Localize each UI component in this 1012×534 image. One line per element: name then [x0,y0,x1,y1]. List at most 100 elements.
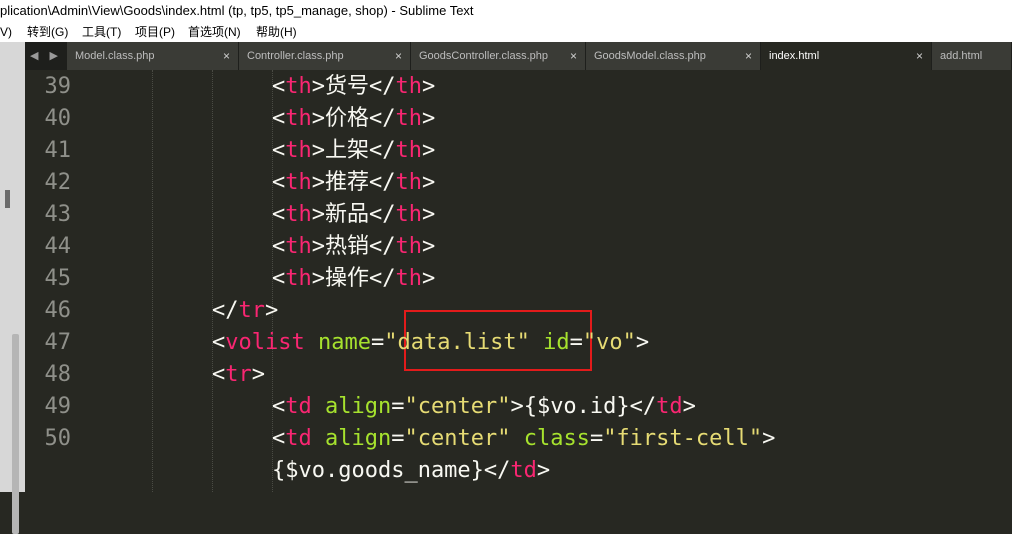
code-token: th [395,74,423,99]
code-token: > [422,74,436,99]
code-token: td [510,458,537,483]
menu-item-project[interactable]: 项目(P) [135,22,175,42]
code-token: th [285,138,312,163]
code-token: td [656,394,683,419]
code-line[interactable]: 42 <th>推荐</th> [25,167,1012,199]
code-token: > [422,138,436,163]
code-token: td [285,426,312,451]
code-line[interactable]: 45 <th>操作</th> [25,263,1012,295]
code-token: th [285,106,312,131]
code-token: = [589,426,604,451]
code-token: "vo" [582,330,636,355]
code-line[interactable]: {$vo.goods_name}</td> [25,455,1012,487]
line-number: 42 [44,170,72,195]
code-token: >热销</ [311,234,396,259]
line-number: 43 [44,202,72,227]
code-line[interactable]: 43 <th>新品</th> [25,199,1012,231]
line-number: 50 [44,426,72,451]
line-number: 44 [44,234,72,259]
close-icon[interactable]: × [570,42,577,70]
menu-item-preferences[interactable]: 首选项(N) [188,22,241,42]
code-token: th [395,202,423,227]
menu-item-goto[interactable]: 转到(G) [27,22,68,42]
code-token: > [265,298,279,323]
code-text: <th>推荐</th> [272,167,435,199]
tab-label: add.html [940,50,983,62]
tab-controller-class[interactable]: Controller.class.php × [239,42,411,70]
code-line[interactable]: 41 <th>上架</th> [25,135,1012,167]
code-token: < [272,266,286,291]
code-token: > [422,234,436,259]
code-token: th [285,234,312,259]
code-token: class [523,426,590,451]
code-token: = [391,426,405,451]
code-token: >新品</ [311,202,396,227]
code-token: th [395,138,423,163]
code-token: th [395,106,423,131]
code-text: <th>操作</th> [272,263,435,295]
close-icon[interactable]: × [916,42,923,70]
close-icon[interactable]: × [223,42,230,70]
tab-nav-arrows[interactable]: ◀ ▶ [25,42,67,70]
code-token: > [422,202,436,227]
tab-goodscontroller-class[interactable]: GoodsController.class.php × [411,42,586,70]
window-title: plication\Admin\View\Goods\index.html (t… [0,3,474,18]
tab-goodsmodel-class[interactable]: GoodsModel.class.php × [586,42,761,70]
code-token: < [272,234,286,259]
menu-bar: V) 转到(G) 工具(T) 项目(P) 首选项(N) 帮助(H) [0,22,1012,42]
code-editor[interactable]: 39 <th>货号</th> 40 <th>价格</th> 41 <th>上架</th> 4… [25,70,1012,492]
code-token: > [682,394,696,419]
code-token: align [325,426,392,451]
menu-item-tools[interactable]: 工具(T) [82,22,121,42]
menu-item-view[interactable]: V) [0,22,12,42]
code-token: < [272,170,286,195]
code-token: td [285,394,312,419]
code-line[interactable]: 39 <th>货号</th> [25,71,1012,103]
sidebar-scrollbar[interactable] [12,334,19,534]
code-token: th [395,234,423,259]
line-number: 49 [44,394,72,419]
code-line[interactable]: 50 <td align="center" class="first-cell"> [25,423,1012,455]
code-line[interactable]: 44 <th>热销</th> [25,231,1012,263]
code-line[interactable]: 40 <th>价格</th> [25,103,1012,135]
code-token: </ [212,298,239,323]
code-text: <th>新品</th> [272,199,435,231]
code-token: tr [225,362,252,387]
code-line[interactable]: 48 <tr> [25,359,1012,391]
code-line[interactable]: 46 </tr> [25,295,1012,327]
tab-add-html[interactable]: add.html [932,42,1012,70]
code-token: >价格</ [311,106,396,131]
code-token: > [422,266,436,291]
code-token: > [762,426,776,451]
code-text: <td align="center">{$vo.id}</td> [272,391,696,423]
code-token: >推荐</ [311,170,396,195]
tab-label: Model.class.php [75,50,155,62]
code-text: {$vo.goods_name}</td> [272,455,550,487]
line-number: 45 [44,266,72,291]
tab-model-class[interactable]: Model.class.php × [67,42,239,70]
code-text: <th>上架</th> [272,135,435,167]
code-line[interactable]: 49 <td align="center">{$vo.id}</td> [25,391,1012,423]
tab-index-html[interactable]: index.html × [761,42,932,70]
tab-label: GoodsController.class.php [419,50,549,62]
code-token: = [391,394,405,419]
code-token: tr [238,298,266,323]
code-token: < [272,138,286,163]
code-token: id [543,330,570,355]
line-number: 39 [44,74,72,99]
code-token: volist [225,330,305,355]
code-token: >{$vo.id}</ [510,394,657,419]
code-token: = [569,330,583,355]
menu-item-help[interactable]: 帮助(H) [256,22,297,42]
close-icon[interactable]: × [395,42,402,70]
tab-bar: ◀ ▶ Model.class.php × Controller.class.p… [25,42,1012,70]
code-token: "first-cell" [603,426,763,451]
code-line[interactable]: 47 <volist name="data.list" id="vo"> [25,327,1012,359]
close-icon[interactable]: × [745,42,752,70]
tab-label: Controller.class.php [247,50,344,62]
code-text: <volist name="data.list" id="vo"> [212,327,649,359]
code-text: <th>价格</th> [272,103,435,135]
